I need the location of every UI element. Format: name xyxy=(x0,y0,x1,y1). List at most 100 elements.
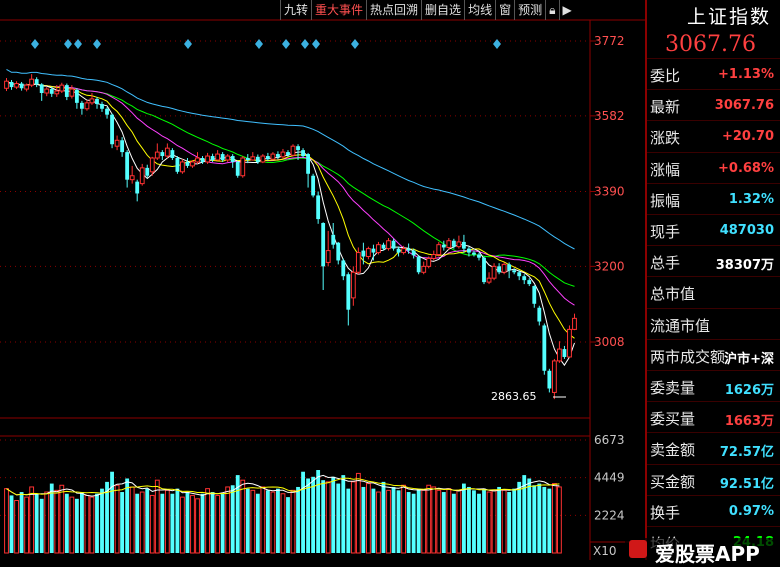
volume-bar xyxy=(149,494,155,554)
quote-label: 振幅 xyxy=(650,191,681,210)
event-marker xyxy=(282,39,290,49)
kline-chart[interactable]: 3772 3582 3390 3200 3008 6673 4449 2224 xyxy=(0,0,645,560)
volume-bar xyxy=(19,492,24,553)
volume-bar xyxy=(416,488,421,553)
candle-body xyxy=(164,147,170,157)
candle-body xyxy=(501,263,507,273)
volume-bar xyxy=(200,493,205,553)
volume-bar xyxy=(411,493,416,553)
quote-row: 现手 487030 xyxy=(647,214,780,247)
candle-body xyxy=(472,252,476,255)
candle-body xyxy=(69,88,75,97)
quote-label: 总市值 xyxy=(650,285,696,304)
candle-body xyxy=(416,256,421,273)
quote-row: 委卖量 1626万 xyxy=(647,370,780,403)
volume-bar xyxy=(446,488,452,554)
candle-body xyxy=(220,154,225,160)
candle-body xyxy=(39,84,44,94)
candle-body xyxy=(371,248,376,253)
volume-bars xyxy=(4,470,562,554)
index-title: 上证指数 xyxy=(687,6,772,28)
volume-bar xyxy=(270,491,276,554)
candle-body xyxy=(84,102,90,110)
volume-bar xyxy=(512,488,517,553)
volume-bar xyxy=(39,498,44,553)
candle-body xyxy=(441,244,446,248)
volume-bar xyxy=(381,481,386,553)
quote-row: 振幅 1.32% xyxy=(647,182,780,216)
toolbar-window[interactable]: 窗 xyxy=(495,0,514,20)
candle-body xyxy=(175,158,180,172)
candle-body xyxy=(355,252,361,273)
quote-label: 换手 xyxy=(650,503,681,522)
volume-tick-label: 2224 xyxy=(594,508,625,522)
event-marker xyxy=(93,39,101,49)
volume-bar xyxy=(135,493,140,553)
toolbar-jiuzhuan[interactable]: 九转 xyxy=(280,0,311,20)
toolbar-moving-average[interactable]: 均线 xyxy=(464,0,495,20)
watermark: 爱股票APP xyxy=(625,538,780,566)
candle-body xyxy=(361,250,366,257)
quote-label: 涨幅 xyxy=(650,160,681,179)
volume-bar xyxy=(185,492,190,553)
toolbar-hotspot-review[interactable]: 热点回溯 xyxy=(366,0,421,20)
volume-bar xyxy=(401,484,407,554)
quote-row: 卖金额 72.57亿 xyxy=(647,432,780,465)
candle-body xyxy=(537,307,542,322)
volume-bar xyxy=(129,486,135,554)
quote-label: 最新 xyxy=(650,98,681,117)
candle-body xyxy=(240,157,246,177)
toolbar-major-events[interactable]: 重大事件 xyxy=(311,0,366,20)
candle-body xyxy=(290,145,296,156)
quote-value: +1.13% xyxy=(718,67,774,82)
candle-body xyxy=(401,248,407,254)
volume-bar xyxy=(24,496,30,554)
volume-bar xyxy=(461,483,466,553)
quote-row: 最新 3067.76 xyxy=(647,89,780,122)
candle-body xyxy=(170,150,175,159)
volume-tick-label: 4449 xyxy=(594,471,625,485)
ma5-line xyxy=(6,80,575,367)
candle-body xyxy=(235,161,240,176)
volume-bar xyxy=(441,492,446,553)
candle-body xyxy=(44,88,50,94)
candle-body xyxy=(276,154,280,157)
toolbar-remove-watchlist[interactable]: 删自选 xyxy=(421,0,464,20)
volume-bar xyxy=(355,472,361,554)
volume-bar xyxy=(376,491,381,554)
collapse-arrow-icon[interactable]: ▶ xyxy=(558,0,575,20)
ma20-line xyxy=(6,80,575,306)
candle-body xyxy=(210,156,215,160)
volume-bar xyxy=(69,496,75,554)
candle-body xyxy=(331,234,336,245)
quote-row: 总手 38307万 xyxy=(647,245,780,278)
volume-bar xyxy=(311,476,316,553)
quote-panel: 上证指数 3067.76 委比 +1.13% 最新 3067.76 涨跌 +20.70 涨幅… xyxy=(645,0,780,560)
candle-body xyxy=(547,370,552,389)
lock-icon[interactable]: 🔒︎ xyxy=(545,0,558,20)
candle-body xyxy=(556,348,562,362)
candle-body xyxy=(125,152,130,180)
candle-body xyxy=(381,244,386,249)
volume-bar xyxy=(537,483,542,553)
quote-value: 3067.76 xyxy=(714,98,774,114)
volume-bar xyxy=(9,495,14,553)
candle-body xyxy=(461,241,466,249)
candle-body xyxy=(431,254,437,259)
candle-body xyxy=(477,254,481,258)
moving-average-lines xyxy=(6,68,575,367)
volume-bar xyxy=(497,486,502,553)
candle-body xyxy=(105,108,109,115)
price-tick-label: 3390 xyxy=(594,185,625,199)
candle-body xyxy=(270,153,276,160)
volume-bar xyxy=(44,491,50,554)
candle-body xyxy=(89,98,95,104)
candle-body xyxy=(255,156,260,162)
candle-body xyxy=(467,248,471,253)
candle-body xyxy=(190,161,195,167)
volume-bar xyxy=(180,496,185,554)
candle-body xyxy=(265,156,270,160)
candle-body xyxy=(321,223,326,267)
toolbar-forecast[interactable]: 预测 xyxy=(514,0,545,20)
price-tick-label: 3200 xyxy=(594,259,625,273)
